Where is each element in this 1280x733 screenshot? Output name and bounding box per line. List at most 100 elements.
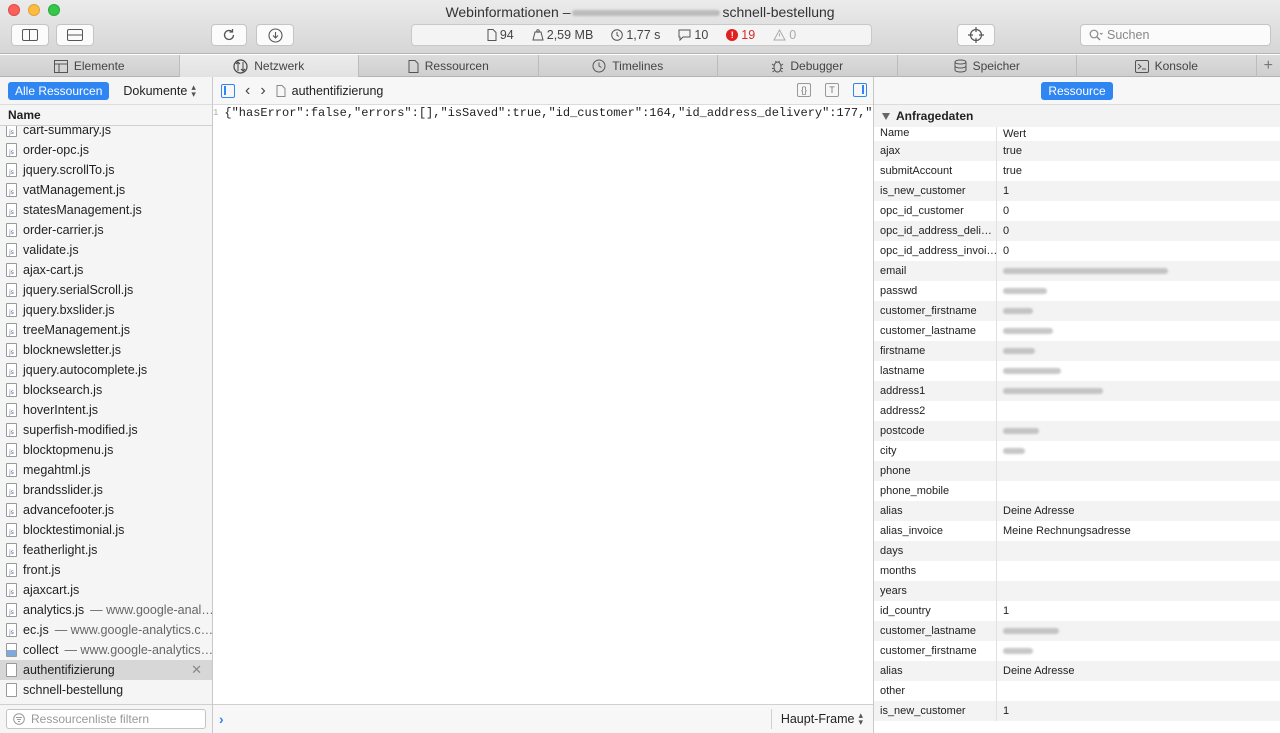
resource-list-item[interactable]: js brandsslider.js	[0, 480, 212, 500]
resource-list-item[interactable]: authentifizierung ✕	[0, 660, 212, 680]
resource-name: jquery.scrollTo.js	[23, 163, 115, 177]
network-icon	[233, 58, 248, 74]
resource-details-button[interactable]: Ressource	[1041, 81, 1113, 100]
toggle-right-sidebar-icon[interactable]	[853, 83, 867, 97]
forward-arrow-icon[interactable]: ›	[260, 82, 265, 98]
console-icon	[1134, 59, 1149, 73]
resource-list-item[interactable]: js jquery.bxslider.js	[0, 300, 212, 320]
tab-label: Debugger	[790, 59, 844, 73]
tab-resources[interactable]: Ressourcen	[359, 55, 539, 77]
resource-name: order-carrier.js	[23, 223, 104, 237]
dock-side-button[interactable]	[11, 24, 49, 46]
resource-list-item[interactable]: js megahtml.js	[0, 460, 212, 480]
resource-list-item[interactable]: js treeManagement.js	[0, 320, 212, 340]
param-value	[997, 541, 1003, 561]
resource-list-item[interactable]: js order-opc.js	[0, 140, 212, 160]
activity-viewer[interactable]: 94 2,59 MB 1,77 s 10 ! 19 0	[411, 24, 872, 46]
reload-icon	[223, 29, 235, 41]
inspect-element-button[interactable]	[957, 24, 995, 46]
redacted-value	[1003, 268, 1168, 274]
request-data-section-header[interactable]: Anfragedaten	[874, 105, 1280, 127]
all-resources-filter[interactable]: Alle Ressourcen	[8, 81, 110, 100]
tab-debugger[interactable]: Debugger	[718, 55, 898, 77]
resource-list-item[interactable]: js jquery.autocomplete.js	[0, 360, 212, 380]
resource-list-item[interactable]: schnell-bestellung	[0, 680, 212, 700]
document-icon	[487, 29, 497, 41]
tab-storage[interactable]: Speicher	[898, 55, 1077, 77]
resource-list-item[interactable]: js front.js	[0, 560, 212, 580]
resource-list-item[interactable]: js superfish-modified.js	[0, 420, 212, 440]
search-placeholder: Suchen	[1107, 28, 1150, 42]
resource-list-item[interactable]: js featherlight.js	[0, 540, 212, 560]
name-column-header[interactable]: Name	[874, 127, 997, 141]
param-value	[997, 561, 1003, 581]
frame-selector[interactable]: Haupt-Frame ▴ ▾	[770, 709, 863, 729]
window-title-prefix: Webinformationen –	[445, 4, 571, 20]
param-value	[997, 401, 1003, 421]
resource-list-item[interactable]: js analytics.js — www.google-anal…	[0, 600, 212, 620]
breadcrumb-item[interactable]: authentifizierung	[292, 84, 384, 98]
log-count[interactable]: 10	[678, 28, 708, 42]
back-arrow-icon[interactable]: ‹	[245, 82, 250, 98]
resource-list-item[interactable]: js jquery.scrollTo.js	[0, 160, 212, 180]
tab-elements[interactable]: Elemente	[0, 55, 180, 77]
param-value: Deine Adresse	[1003, 665, 1075, 677]
resource-list-item[interactable]: collect — www.google-analytics…	[0, 640, 212, 660]
resource-list-item[interactable]: js ajax-cart.js	[0, 260, 212, 280]
pretty-print-icon[interactable]: {}	[797, 83, 811, 97]
tab-console[interactable]: Konsole	[1077, 55, 1257, 77]
download-button[interactable]	[256, 24, 294, 46]
search-field[interactable]: Suchen	[1080, 24, 1271, 46]
resource-type-dropdown[interactable]: Dokumente ▴ ▾	[123, 82, 195, 98]
resource-list-item[interactable]: js order-carrier.js	[0, 220, 212, 240]
resource-list-item[interactable]: js ajaxcart.js	[0, 580, 212, 600]
redacted-value	[1003, 448, 1025, 454]
response-body[interactable]: 1 {"hasError":false,"errors":[],"isSaved"…	[213, 105, 873, 705]
resource-list-item[interactable]: js cart-summary.js	[0, 126, 212, 140]
disclosure-triangle-icon[interactable]	[882, 112, 890, 120]
param-name: customer_lastname	[874, 321, 997, 341]
resource-filter-input[interactable]: Ressourcenliste filtern	[6, 709, 206, 729]
document-icon	[276, 84, 286, 97]
tab-label: Speicher	[972, 59, 1020, 73]
resource-list[interactable]: js cart-summary.js js order-opc.js js jquery.…	[0, 126, 212, 704]
tab-network[interactable]: Netzwerk	[179, 55, 359, 77]
param-value	[997, 341, 1035, 361]
table-row: other	[874, 681, 1280, 701]
table-row: phone_mobile	[874, 481, 1280, 501]
tab-timelines[interactable]: Timelines	[539, 55, 718, 77]
resource-filter-footer: Ressourcenliste filtern	[0, 704, 212, 733]
resource-name: blocknewsletter.js	[23, 343, 121, 357]
error-count-value: 19	[741, 28, 756, 42]
error-count[interactable]: ! 19	[726, 28, 755, 42]
close-icon[interactable]: ✕	[191, 662, 202, 678]
resource-list-item[interactable]: js advancefooter.js	[0, 500, 212, 520]
resource-list-item[interactable]: js vatManagement.js	[0, 180, 212, 200]
add-tab-button[interactable]: +	[1257, 55, 1280, 76]
reload-button[interactable]	[211, 24, 247, 46]
warning-count[interactable]: 0	[773, 28, 796, 42]
redacted-value	[1003, 628, 1059, 634]
text-view-icon[interactable]: T	[825, 83, 839, 97]
console-prompt-icon[interactable]: ›	[219, 711, 224, 727]
value-column-header[interactable]: Wert	[997, 127, 1026, 141]
param-name: firstname	[874, 341, 997, 361]
storage-icon	[954, 59, 967, 73]
name-column-header[interactable]: Name	[0, 105, 212, 126]
resource-list-item[interactable]: js blocknewsletter.js	[0, 340, 212, 360]
resource-list-item[interactable]: js validate.js	[0, 240, 212, 260]
param-value: 1	[1003, 185, 1010, 197]
toggle-left-sidebar-icon[interactable]	[221, 83, 235, 98]
resource-list-item[interactable]: js statesManagement.js	[0, 200, 212, 220]
resource-list-item[interactable]: js blocksearch.js	[0, 380, 212, 400]
resource-list-item[interactable]: js blocktestimonial.js	[0, 520, 212, 540]
resource-list-item[interactable]: js blocktopmenu.js	[0, 440, 212, 460]
weight-icon	[532, 29, 544, 41]
param-value	[997, 581, 1003, 601]
resource-list-item[interactable]: js hoverIntent.js	[0, 400, 212, 420]
script-file-icon: js	[6, 163, 17, 177]
window-title: Webinformationen – schnell-bestellung	[0, 4, 1280, 20]
resource-list-item[interactable]: js ec.js — www.google-analytics.c…	[0, 620, 212, 640]
dock-bottom-button[interactable]	[56, 24, 94, 46]
resource-list-item[interactable]: js jquery.serialScroll.js	[0, 280, 212, 300]
